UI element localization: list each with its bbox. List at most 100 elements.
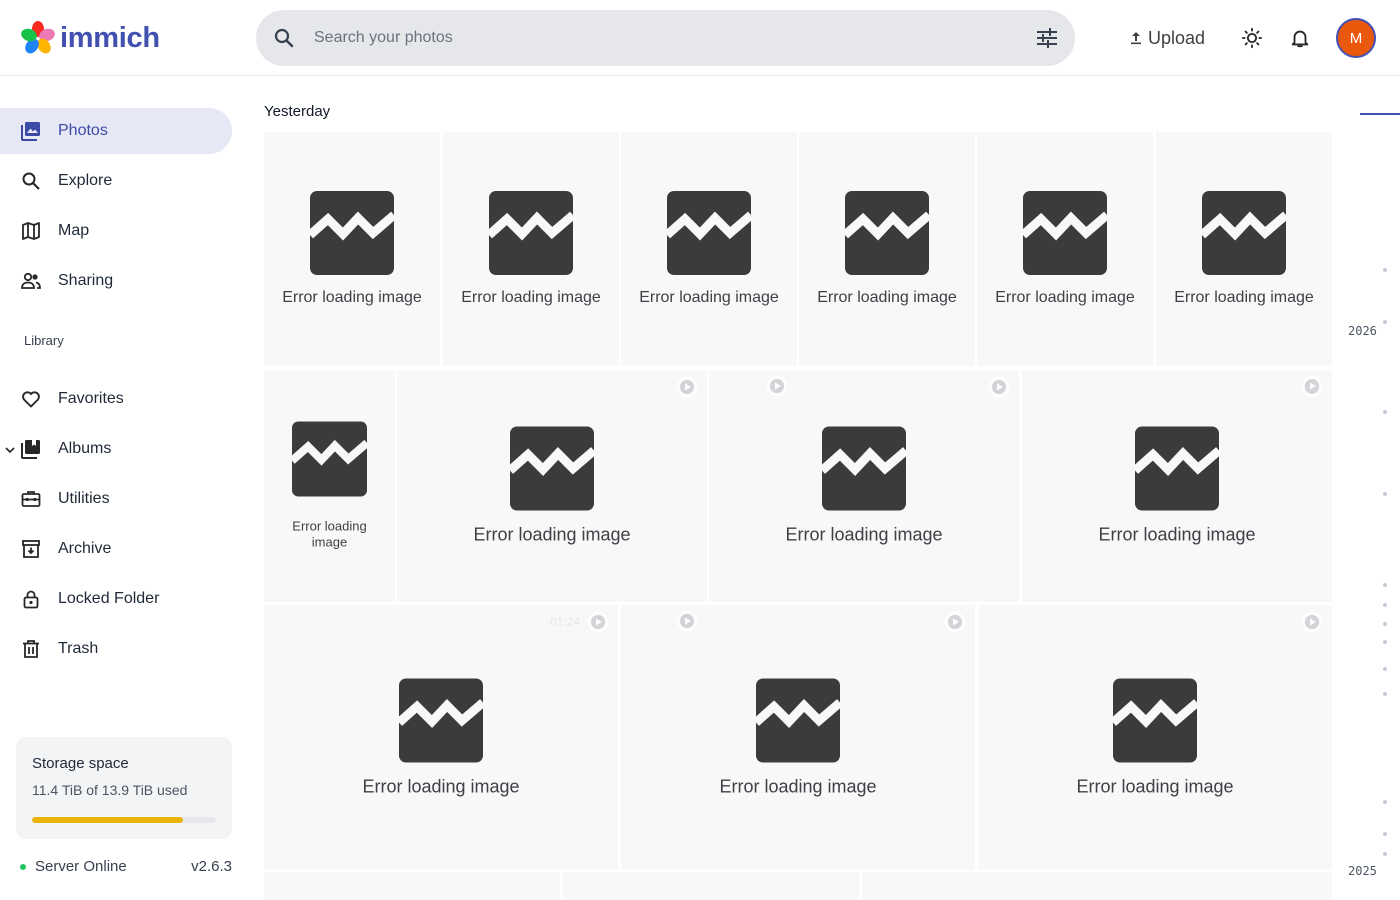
photo-thumbnail[interactable]: Error loading image xyxy=(621,605,975,870)
scrubber-year-label[interactable]: 2026 xyxy=(1348,324,1377,338)
date-group-heading: Yesterday xyxy=(264,103,331,120)
sidebar-item-locked-folder[interactable]: Locked Folder xyxy=(0,576,232,622)
image-error-text: Error loading image xyxy=(1098,524,1256,545)
search-input[interactable] xyxy=(314,24,1014,52)
sidebar-item-label: Map xyxy=(58,222,90,239)
photo-thumbnail[interactable] xyxy=(264,872,560,900)
sidebar-item-trash[interactable]: Trash xyxy=(0,626,232,672)
photo-thumbnail[interactable]: Error loading image xyxy=(977,132,1153,366)
storage-usage-text: 11.4 TiB of 13.9 TiB used xyxy=(32,782,188,798)
scrubber-month-marker[interactable] xyxy=(1383,492,1387,496)
storage-panel[interactable]: Storage space 11.4 TiB of 13.9 TiB used xyxy=(16,737,232,839)
image-error-placeholder: Error loading image xyxy=(977,191,1153,307)
photo-thumbnail[interactable]: Error loading image xyxy=(397,370,707,602)
photos-icon xyxy=(20,120,42,142)
broken-image-icon xyxy=(756,678,840,762)
server-status-text: Server Online xyxy=(35,858,127,875)
storage-title: Storage space xyxy=(32,755,129,772)
image-error-placeholder: Error loading image xyxy=(709,426,1019,546)
notifications-button[interactable] xyxy=(1284,22,1316,54)
broken-image-icon xyxy=(399,678,483,762)
scrubber-month-marker[interactable] xyxy=(1383,800,1387,804)
photo-thumbnail[interactable]: Error loading image xyxy=(264,132,440,366)
scrubber-month-marker[interactable] xyxy=(1383,320,1387,324)
server-version[interactable]: v2.6.3 xyxy=(191,858,232,875)
sidebar-item-label: Trash xyxy=(58,640,99,657)
photo-thumbnail[interactable]: Error loading image xyxy=(443,132,619,366)
scrubber-position-indicator[interactable] xyxy=(1360,113,1400,115)
broken-image-icon xyxy=(1135,426,1219,511)
search-options-icon[interactable] xyxy=(1035,26,1059,50)
image-error-text: Error loading image xyxy=(473,524,631,545)
play-icon xyxy=(989,377,1009,397)
scrubber-month-marker[interactable] xyxy=(1383,692,1387,696)
photo-thumbnail[interactable]: Error loading image xyxy=(1022,370,1332,602)
image-error-text: Error loading image xyxy=(817,289,957,306)
upload-button[interactable]: Upload xyxy=(1120,18,1213,58)
trash-icon xyxy=(20,638,42,660)
play-icon xyxy=(1302,376,1322,396)
magnify-icon xyxy=(20,170,42,192)
scrubber-month-marker[interactable] xyxy=(1383,667,1387,671)
sidebar-item-albums[interactable]: Albums xyxy=(0,426,232,472)
broken-image-icon xyxy=(1202,191,1286,275)
scrubber-year-label[interactable]: 2025 xyxy=(1348,864,1377,878)
scrubber-month-marker[interactable] xyxy=(1383,640,1387,644)
image-error-placeholder: Error loading image xyxy=(443,191,619,307)
sidebar-item-utilities[interactable]: Utilities xyxy=(0,476,232,522)
image-error-placeholder: Error loading image xyxy=(264,191,440,307)
album-icon xyxy=(20,438,42,460)
image-error-placeholder: Error loading image xyxy=(397,426,707,546)
user-avatar-button[interactable]: M xyxy=(1336,18,1376,58)
broken-image-icon xyxy=(292,421,367,497)
sidebar-item-map[interactable]: Map xyxy=(0,208,232,254)
photo-thumbnail[interactable]: Error loading image xyxy=(1156,132,1332,366)
scrubber-month-marker[interactable] xyxy=(1383,832,1387,836)
people-icon xyxy=(20,270,42,292)
scrubber-month-marker[interactable] xyxy=(1383,603,1387,607)
image-error-placeholder: Error loading image xyxy=(264,421,395,551)
image-error-text: Error loading image xyxy=(639,289,779,306)
play-icon xyxy=(1302,612,1322,632)
scrubber-month-marker[interactable] xyxy=(1383,583,1387,587)
play-icon xyxy=(677,611,697,631)
play-icon xyxy=(767,376,787,396)
image-error-placeholder: Error loading image xyxy=(799,191,975,307)
photo-thumbnail[interactable]: Error loading image xyxy=(709,370,1019,602)
scrubber-month-marker[interactable] xyxy=(1383,268,1387,272)
sidebar-item-explore[interactable]: Explore xyxy=(0,158,232,204)
photo-thumbnail[interactable]: Error loading image xyxy=(978,605,1332,870)
broken-image-icon xyxy=(822,426,906,511)
sidebar-item-label: Explore xyxy=(58,172,113,189)
app-logo[interactable]: immich xyxy=(20,20,160,56)
upload-label: Upload xyxy=(1148,27,1206,48)
image-error-placeholder: Error loading image xyxy=(1022,426,1332,546)
broken-image-icon xyxy=(1023,191,1107,275)
photo-thumbnail[interactable] xyxy=(563,872,859,900)
sidebar-item-sharing[interactable]: Sharing xyxy=(0,258,232,304)
sidebar-item-label: Utilities xyxy=(58,490,110,507)
theme-toggle-button[interactable] xyxy=(1236,22,1268,54)
sidebar-item-archive[interactable]: Archive xyxy=(0,526,232,572)
scrubber-month-marker[interactable] xyxy=(1383,622,1387,626)
scrubber-month-marker[interactable] xyxy=(1383,852,1387,856)
search-bar[interactable] xyxy=(256,10,1075,66)
scrubber-month-marker[interactable] xyxy=(1383,410,1387,414)
photo-thumbnail[interactable]: Error loading image xyxy=(264,370,395,602)
sidebar-item-photos[interactable]: Photos xyxy=(0,108,232,154)
photo-thumbnail[interactable]: Error loading image xyxy=(621,132,797,366)
broken-image-icon xyxy=(489,191,573,275)
photo-thumbnail[interactable]: Error loading image xyxy=(799,132,975,366)
image-error-placeholder: Error loading image xyxy=(978,678,1332,797)
sidebar: Photos Explore Map Sharing Library Favor… xyxy=(0,76,248,900)
photo-thumbnail[interactable] xyxy=(862,872,1332,900)
broken-image-icon xyxy=(845,191,929,275)
sidebar-item-favorites[interactable]: Favorites xyxy=(0,376,232,422)
storage-usage-bar-fill xyxy=(32,817,183,823)
photo-thumbnail[interactable]: Error loading image 01:24 xyxy=(264,605,618,870)
server-status: Server Online v2.6.3 xyxy=(20,858,232,875)
upload-icon xyxy=(1131,32,1141,45)
play-icon xyxy=(945,612,965,632)
search-icon[interactable] xyxy=(272,26,296,50)
image-error-text: Error loading image xyxy=(282,289,422,306)
